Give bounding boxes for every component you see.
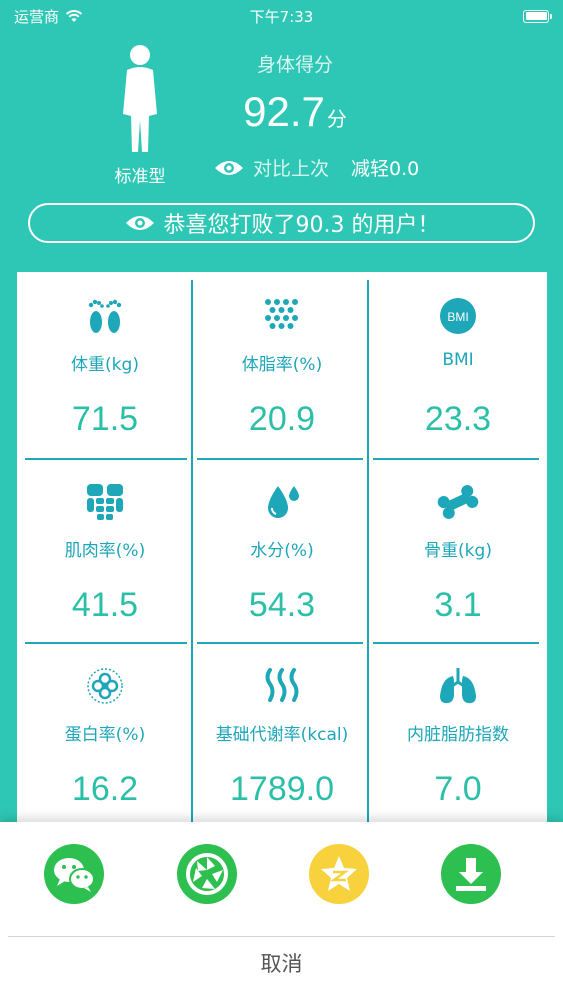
metric-bone[interactable]: 骨重(kg) 3.1 (370, 462, 546, 646)
metric-value: 71.5 (71, 400, 139, 438)
share-wechat-button[interactable] (44, 844, 104, 904)
ranking-banner: 恭喜您打败了90.3 的用户！ (28, 203, 535, 243)
metric-label: 基础代谢率(kcal) (215, 725, 349, 745)
metabolism-icon (265, 668, 299, 702)
qzone-icon (321, 856, 357, 891)
metric-value: 20.9 (248, 400, 316, 438)
share-sheet: 取消 (0, 822, 563, 1000)
score-display: 92.7 分 (195, 88, 395, 136)
metric-value: 3.1 (434, 586, 482, 624)
muscle-icon (87, 484, 123, 520)
bone-icon (437, 485, 479, 519)
wifi-icon (65, 10, 83, 22)
cancel-button[interactable]: 取消 (0, 948, 563, 978)
metric-value: 16.2 (71, 770, 139, 808)
body-type-label: 标准型 (114, 167, 166, 187)
bmi-icon-text: BMI (447, 310, 468, 324)
metric-metabolism[interactable]: 基础代谢率(kcal) 1789.0 (194, 646, 370, 830)
banner-text: 恭喜您打败了90.3 的用户！ (163, 213, 440, 238)
status-bar: 运营商 下午7:33 (0, 0, 563, 32)
carrier-label: 运营商 (14, 7, 60, 26)
protein-icon (87, 668, 123, 704)
metric-label: 骨重(kg) (424, 541, 492, 561)
feet-icon (88, 299, 122, 333)
metric-label: 体重(kg) (71, 355, 139, 375)
metric-water[interactable]: 水分(%) 54.3 (194, 462, 370, 646)
metric-value: 54.3 (248, 586, 316, 624)
metric-label: 水分(%) (250, 541, 314, 561)
metric-value: 41.5 (71, 586, 139, 624)
metric-value: 1789.0 (230, 770, 334, 808)
metric-bmi[interactable]: BMI BMI 23.3 (370, 276, 546, 460)
metric-label: 体脂率(%) (241, 355, 323, 375)
metric-muscle[interactable]: 肌肉率(%) 41.5 (17, 462, 193, 646)
score-unit: 分 (326, 107, 347, 131)
eye-icon (215, 160, 243, 175)
water-drop-icon (268, 486, 299, 518)
lungs-icon (440, 668, 476, 704)
share-moments-button[interactable] (177, 844, 237, 904)
eye-icon (125, 216, 154, 230)
wechat-icon (54, 858, 95, 892)
download-button[interactable] (441, 844, 501, 904)
battery-icon (523, 9, 552, 23)
fat-dots-icon (265, 299, 298, 329)
metric-weight[interactable]: 体重(kg) 71.5 (17, 276, 193, 460)
metrics-grid: 体重(kg) 71.5 体脂率(%) 20.9 BMI BMI 23.3 肌肉率… (17, 272, 547, 832)
metric-visceral-fat[interactable]: 内脏脂肪指数 7.0 (370, 646, 546, 830)
body-figure-icon (123, 45, 157, 152)
metric-value: 7.0 (434, 770, 482, 808)
compare-label: 对比上次 (253, 158, 330, 180)
score-value: 92.7 (243, 88, 325, 135)
moments-icon (186, 853, 228, 895)
share-qzone-button[interactable] (309, 844, 369, 904)
compare-last[interactable]: 对比上次 减轻0.0 (213, 154, 419, 181)
metric-label: 肌肉率(%) (64, 541, 146, 561)
metric-label: 内脏脂肪指数 (407, 725, 509, 745)
metric-body-fat[interactable]: 体脂率(%) 20.9 (194, 276, 370, 460)
compare-value: 减轻0.0 (351, 158, 420, 180)
metric-protein[interactable]: 蛋白率(%) 16.2 (17, 646, 193, 830)
sheet-divider (8, 936, 555, 937)
score-label: 身体得分 (256, 54, 333, 76)
score-header: 标准型 身体得分 92.7 分 对比上次 减轻0.0 (0, 32, 563, 202)
download-icon (456, 858, 486, 891)
metric-value: 23.3 (424, 400, 492, 438)
bmi-icon: BMI (440, 298, 476, 334)
metric-label: 蛋白率(%) (64, 725, 146, 745)
status-left: 运营商 (14, 6, 83, 27)
status-time: 下午7:33 (249, 7, 314, 26)
metric-label: BMI (442, 350, 474, 370)
